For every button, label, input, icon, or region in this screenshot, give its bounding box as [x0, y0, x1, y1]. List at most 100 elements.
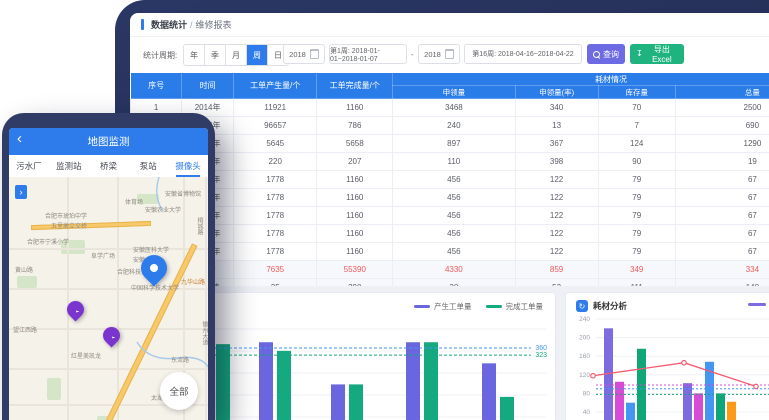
range-separator: - [411, 50, 414, 59]
search-icon [593, 51, 600, 58]
table-cell: 1160 [317, 207, 393, 225]
consumables-bar-line-chart: 2402001601208040 [566, 293, 769, 420]
table-cell: 122 [515, 243, 598, 261]
table-cell: 70 [598, 99, 675, 117]
page: 数据统计 / 维修报表 统计周期: 年季月周日 2018 第1周: 2018-0… [0, 0, 769, 420]
export-excel-button[interactable]: ↧ 导出Excel [630, 44, 684, 64]
tab-摄像头[interactable]: 摄像头 [168, 155, 208, 177]
table-cell: 897 [393, 135, 515, 153]
period-label: 统计周期: [143, 50, 177, 61]
year-start-value: 2018 [289, 50, 306, 59]
sub-column-header: 总量 [675, 86, 769, 99]
table-cell: 207 [317, 153, 393, 171]
tab-泵站[interactable]: 泵站 [128, 155, 168, 177]
period-option-季[interactable]: 季 [205, 45, 226, 65]
table-cell: 456 [393, 171, 515, 189]
table-cell: 340 [515, 99, 598, 117]
table-cell: 11921 [234, 99, 317, 117]
app-title: 地图监测 [88, 134, 130, 149]
table-cell: 67 [675, 189, 769, 207]
period-option-月[interactable]: 月 [226, 45, 247, 65]
calendar-icon [310, 49, 319, 59]
filter-bar: 统计周期: 年季月周日 2018 第1周: 2018-01-01~2018-01… [130, 37, 769, 73]
table-cell: 786 [317, 117, 393, 135]
tab-监测站[interactable]: 监测站 [49, 155, 89, 177]
table-row[interactable]: 32016年564556588973671241290 [131, 135, 769, 153]
table-cell: 110 [393, 153, 515, 171]
table-row[interactable]: 22015年96657786240137690 [131, 117, 769, 135]
total-row: 合计7635553904330859349334 [131, 261, 769, 279]
table-cell: 122 [515, 189, 598, 207]
svg-text:240: 240 [579, 316, 590, 323]
map-expand-button[interactable]: › [15, 185, 27, 199]
table-cell: 5645 [234, 135, 317, 153]
svg-text:360: 360 [535, 345, 547, 352]
map-label: 安徽医科大学 [133, 245, 169, 254]
back-icon[interactable]: ‹ [17, 130, 22, 147]
export-button-label: 导出Excel [646, 44, 678, 64]
map-label: 徽州大道 [200, 321, 208, 345]
column-header: 工单产生量/个 [234, 73, 317, 99]
table-row[interactable]: 72020年177811604561227967 [131, 207, 769, 225]
map-label: 五里墩立交桥 [51, 221, 87, 230]
map-label: 东流路 [171, 355, 189, 364]
table-cell: 7635 [234, 261, 317, 279]
table-cell: 79 [598, 225, 675, 243]
table-cell: 334 [675, 261, 769, 279]
table-cell: 4330 [393, 261, 515, 279]
tab-桥梁[interactable]: 桥梁 [89, 155, 129, 177]
calendar-icon [445, 49, 454, 59]
repair-report-table: 序号时间工单产生量/个工单完成量/个耗材情况申领量申领量(率)库存量总量1201… [130, 72, 769, 297]
table-cell: 367 [515, 135, 598, 153]
map-label: 阜学广场 [91, 251, 115, 260]
query-button-label: 查询 [603, 49, 619, 60]
table-row[interactable]: 12014年1192111603468340702500 [131, 99, 769, 117]
group-header: 耗材情况 [393, 73, 769, 86]
table-row[interactable]: 42017年2202071103989019 [131, 153, 769, 171]
map-view[interactable]: › 体育场安徽农业大学安徽省博物馆合肥市琥珀中学五里墩立交桥桐城路合肥市宁溪小学… [9, 177, 208, 420]
consumables-chart-panel: ↻ 耗材分析 2402001601208040 [565, 292, 769, 420]
breadcrumb-page: 维修报表 [196, 18, 232, 31]
table-cell: 349 [598, 261, 675, 279]
svg-text:80: 80 [583, 390, 591, 397]
table-cell: 859 [515, 261, 598, 279]
table-cell: 79 [598, 243, 675, 261]
year-end-select[interactable]: 2018 [418, 44, 460, 64]
table-cell: 1160 [317, 243, 393, 261]
column-header: 工单完成量/个 [317, 73, 393, 99]
table-cell: 456 [393, 243, 515, 261]
table-cell: 90 [598, 153, 675, 171]
svg-text:200: 200 [579, 335, 590, 342]
table-cell: 55390 [317, 261, 393, 279]
table-cell: 3468 [393, 99, 515, 117]
map-label: 安徽省博物馆 [165, 189, 201, 198]
map-label: 体育场 [125, 197, 143, 206]
week-end-value: 第16周: 2018-04-16~2018-04-22 [472, 49, 573, 59]
column-header: 序号 [131, 73, 182, 99]
week-start-input[interactable]: 第1周: 2018-01-01~2018-01-07 [329, 44, 407, 64]
week-end-input[interactable]: 第16周: 2018-04-16~2018-04-22 [464, 44, 582, 64]
period-option-年[interactable]: 年 [184, 45, 205, 65]
year-start-select[interactable]: 2018 [283, 44, 325, 64]
table-cell: 1160 [317, 171, 393, 189]
period-option-周[interactable]: 周 [247, 45, 268, 65]
svg-text:323: 323 [535, 352, 547, 359]
all-filter-button[interactable]: 全部 [160, 372, 198, 410]
map-label: 合肥市琥珀中学 [45, 211, 87, 220]
table-cell: 220 [234, 153, 317, 171]
query-button[interactable]: 查询 [587, 44, 625, 64]
table-row[interactable]: 82021年177811604561227967 [131, 225, 769, 243]
table-cell: 67 [675, 243, 769, 261]
app-header: ‹ 地图监测 [9, 128, 208, 155]
table-cell: 79 [598, 207, 675, 225]
download-icon: ↧ [636, 50, 643, 58]
table-cell: 456 [393, 225, 515, 243]
table-row[interactable]: 62019年177811604561227967 [131, 189, 769, 207]
phone-screen: ‹ 地图监测 污水厂监测站桥梁泵站摄像头 [9, 128, 208, 420]
table-row[interactable]: 52018年177811604561227967 [131, 171, 769, 189]
tab-污水厂[interactable]: 污水厂 [9, 155, 49, 177]
table-cell: 96657 [234, 117, 317, 135]
table-cell: 1778 [234, 189, 317, 207]
table-cell: 1778 [234, 243, 317, 261]
table-row[interactable]: 92022年177811604561227967 [131, 243, 769, 261]
